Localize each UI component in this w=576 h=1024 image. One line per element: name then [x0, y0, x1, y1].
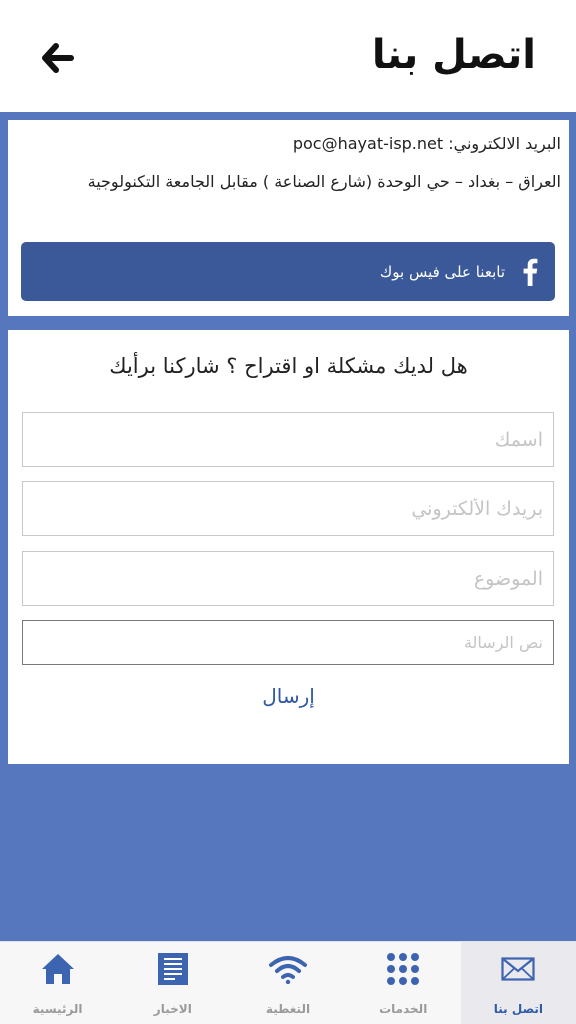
facebook-icon	[519, 257, 541, 287]
address-info: العراق – بغداد – حي الوحدة (شارع الصناعة…	[87, 172, 561, 191]
news-icon	[157, 950, 189, 988]
tab-home[interactable]: الرئيسية	[0, 942, 115, 1024]
tab-label: اتصل بنا	[493, 1002, 544, 1016]
mail-icon	[501, 950, 536, 988]
tab-label: الاخبار	[153, 1002, 192, 1016]
tab-services[interactable]: الخدمات	[346, 942, 461, 1024]
send-button[interactable]: إرسال	[8, 684, 569, 708]
grid-icon	[386, 950, 420, 988]
form-title: هل لديك مشكلة او اقتراح ؟ شاركنا برأيك	[109, 354, 468, 378]
message-input[interactable]	[22, 620, 554, 665]
email-info: البريد الالكتروني: poc@hayat-isp.net	[292, 134, 561, 153]
app-header: اتصل بنا	[0, 0, 576, 112]
subject-input[interactable]	[22, 551, 554, 606]
tab-coverage[interactable]: التغطية	[230, 942, 345, 1024]
tab-contact[interactable]: اتصل بنا	[460, 942, 576, 1024]
email-input[interactable]	[22, 481, 554, 536]
tab-label: التغطية	[265, 1002, 311, 1016]
tab-news[interactable]: الاخبار	[115, 942, 230, 1024]
name-input[interactable]	[22, 412, 554, 467]
bottom-tab-bar: اتصل بنا الخدمات التغطية الاخبار الرئيسي…	[0, 941, 576, 1024]
wifi-icon	[269, 950, 307, 988]
facebook-follow-button[interactable]: تابعنا على فيس بوك	[21, 242, 555, 301]
arrow-left-icon	[42, 43, 74, 73]
home-icon	[41, 950, 75, 988]
back-button[interactable]	[38, 38, 78, 78]
contact-info-card: البريد الالكتروني: poc@hayat-isp.net الع…	[8, 120, 569, 316]
feedback-form-card: هل لديك مشكلة او اقتراح ؟ شاركنا برأيك إ…	[8, 330, 569, 764]
page-title: اتصل بنا	[371, 32, 536, 78]
facebook-follow-label: تابعنا على فيس بوك	[379, 262, 505, 281]
tab-label: الخدمات	[379, 1002, 428, 1016]
tab-label: الرئيسية	[32, 1002, 83, 1016]
